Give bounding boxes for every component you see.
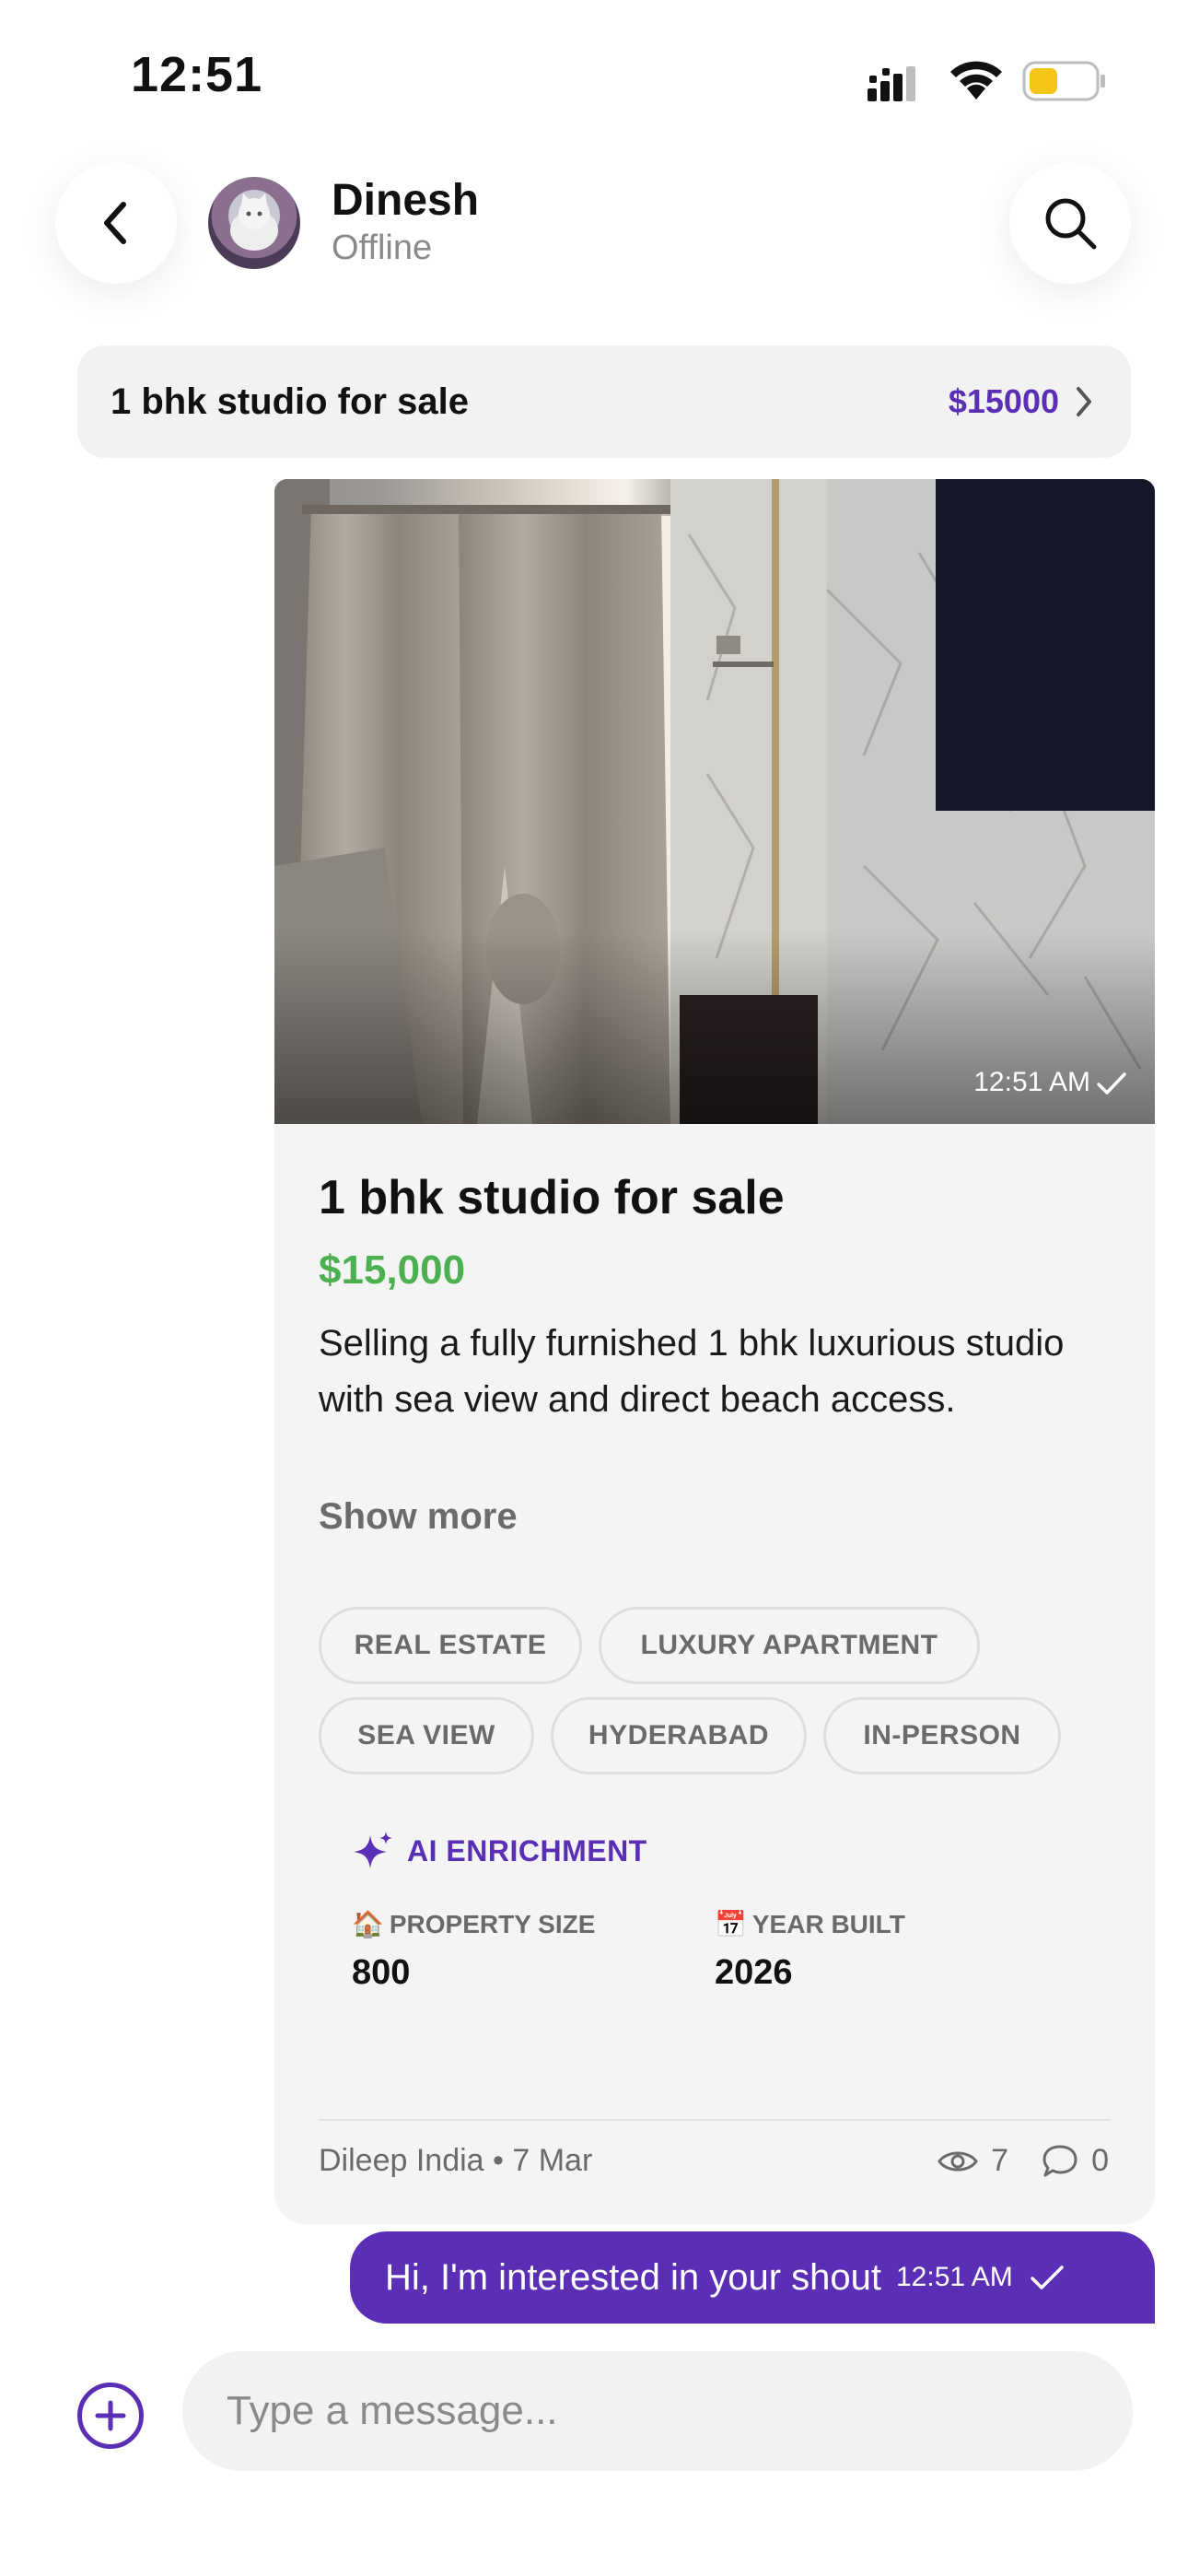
stat-label: 🏠 PROPERTY SIZE bbox=[352, 1909, 595, 1939]
year-built-value: 2026 bbox=[715, 1953, 793, 1992]
chevron-left-icon bbox=[104, 202, 126, 244]
plus-icon bbox=[95, 2400, 126, 2431]
listing-title: 1 bhk studio for sale bbox=[319, 1171, 785, 1224]
cellular-signal-icon bbox=[868, 66, 915, 101]
listing-banner-price: $15000 bbox=[948, 382, 1059, 420]
card-divider bbox=[319, 2119, 1111, 2121]
eye-icon bbox=[938, 2151, 978, 2171]
contact-name[interactable]: Dinesh bbox=[332, 175, 479, 226]
house-icon: 🏠 bbox=[352, 1910, 384, 1938]
property-size-value: 800 bbox=[352, 1953, 411, 1992]
property-size-label: PROPERTY SIZE bbox=[389, 1909, 596, 1938]
outgoing-message-text: Hi, I'm interested in your shout bbox=[385, 2256, 881, 2298]
room-photo-illustration bbox=[274, 479, 1155, 1124]
contact-status: Offline bbox=[332, 228, 433, 267]
tag-chip[interactable]: REAL ESTATE bbox=[319, 1607, 582, 1684]
tag-chip[interactable]: LUXURY APARTMENT bbox=[599, 1607, 980, 1684]
outgoing-message-bubble[interactable]: Hi, I'm interested in your shout 12:51 A… bbox=[350, 2231, 1155, 2324]
wifi-icon bbox=[950, 61, 1002, 100]
battery-icon bbox=[1022, 61, 1105, 101]
message-composer[interactable] bbox=[182, 2351, 1133, 2471]
shared-listing-card[interactable]: 12:51 AM 1 bhk studio for sale $15,000 S… bbox=[274, 479, 1155, 2224]
add-attachment-button[interactable] bbox=[77, 2383, 144, 2449]
ai-enrichment-header: AI ENRICHMENT bbox=[352, 1830, 647, 1872]
sparkle-icon bbox=[354, 1832, 392, 1868]
message-input[interactable] bbox=[227, 2388, 1089, 2434]
avatar[interactable] bbox=[208, 177, 300, 269]
view-count: 7 bbox=[991, 2143, 1009, 2178]
listing-price: $15,000 bbox=[319, 1247, 466, 1293]
listing-banner[interactable]: 1 bhk studio for sale $15000 bbox=[77, 345, 1131, 458]
tag-chip[interactable]: HYDERABAD bbox=[551, 1697, 807, 1774]
listing-author-date[interactable]: Dileep India • 7 Mar bbox=[319, 2143, 592, 2179]
tag-chip[interactable]: SEA VIEW bbox=[319, 1697, 534, 1774]
year-built-label: YEAR BUILT bbox=[751, 1909, 905, 1938]
stat-label: 📅 YEAR BUILT bbox=[715, 1909, 905, 1939]
photo-timestamp: 12:51 AM bbox=[973, 1067, 1090, 1097]
back-button[interactable] bbox=[55, 162, 177, 284]
listing-banner-right: $15000 bbox=[949, 382, 1094, 421]
listing-stats: 7 0 bbox=[938, 2143, 1109, 2179]
cat-photo-icon bbox=[230, 193, 278, 251]
comment-count: 0 bbox=[1091, 2143, 1109, 2178]
ai-enrichment-label: AI ENRICHMENT bbox=[407, 1833, 647, 1868]
comment-icon bbox=[1042, 2145, 1077, 2176]
outgoing-message-time: 12:51 AM bbox=[895, 2262, 1013, 2292]
listing-description: Selling a fully furnished 1 bhk luxuriou… bbox=[319, 1323, 1065, 1420]
status-time: 12:51 bbox=[131, 47, 263, 102]
sent-check-icon bbox=[1031, 2266, 1064, 2289]
chevron-right-icon bbox=[1077, 387, 1091, 416]
search-button[interactable] bbox=[1009, 162, 1131, 284]
show-more-link[interactable]: Show more bbox=[319, 1496, 518, 1538]
sent-check-icon bbox=[1097, 1072, 1126, 1095]
tag-chip[interactable]: IN-PERSON bbox=[823, 1697, 1061, 1774]
listing-banner-title: 1 bhk studio for sale bbox=[111, 381, 469, 422]
calendar-icon: 📅 bbox=[715, 1910, 747, 1938]
listing-photo[interactable]: 12:51 AM bbox=[274, 479, 1155, 1124]
search-icon bbox=[1045, 198, 1097, 250]
